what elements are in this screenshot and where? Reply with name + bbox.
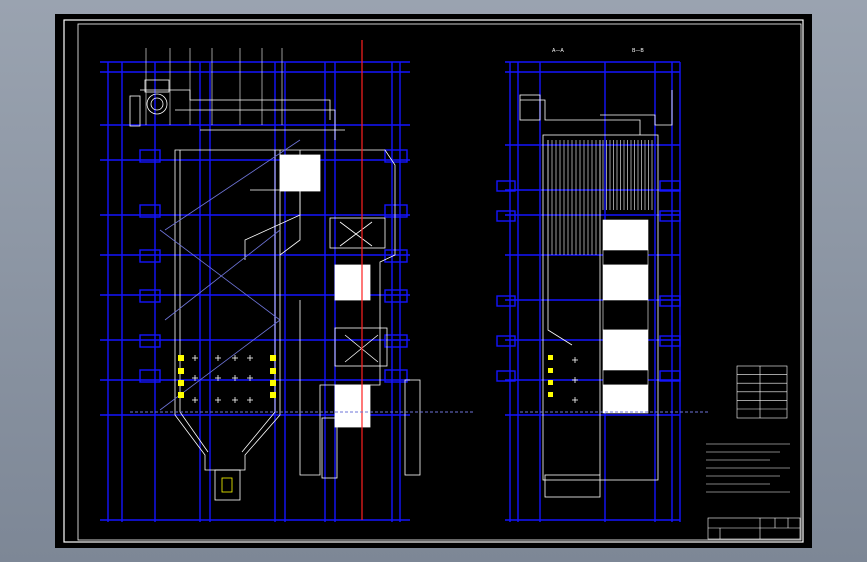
sheet-background xyxy=(55,14,812,548)
nozzle-marker xyxy=(178,392,184,398)
heat-exchanger-block xyxy=(602,219,649,251)
nozzle-marker xyxy=(178,380,184,386)
nozzle-marker xyxy=(270,355,276,361)
section-label-a: A—A xyxy=(552,48,564,54)
nozzle-marker xyxy=(548,392,553,397)
nozzle-marker xyxy=(548,368,553,373)
heat-exchanger-block xyxy=(602,264,649,301)
heat-exchanger-block xyxy=(602,369,649,386)
nozzle-marker xyxy=(270,392,276,398)
heat-exchanger-block xyxy=(602,249,649,266)
nozzle-marker xyxy=(178,368,184,374)
nozzle-marker xyxy=(548,355,553,360)
heat-exchanger-block xyxy=(602,299,649,331)
nozzle-marker xyxy=(270,380,276,386)
nozzle-marker xyxy=(270,368,276,374)
heat-exchanger-block xyxy=(602,329,649,371)
cad-viewport[interactable]: A—A B—B xyxy=(0,0,867,562)
nozzle-marker xyxy=(178,355,184,361)
section-label-b: B—B xyxy=(632,48,644,54)
nozzle-marker xyxy=(548,380,553,385)
drawing-sheet[interactable]: A—A B—B xyxy=(0,0,867,562)
heat-exchanger-block xyxy=(602,384,649,414)
